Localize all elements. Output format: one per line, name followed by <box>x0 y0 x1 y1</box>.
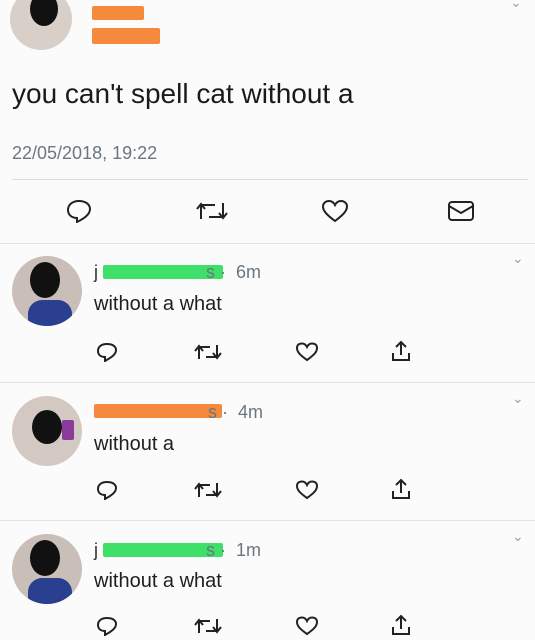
redacted-reply-name <box>103 543 223 557</box>
redacted-username <box>92 28 160 44</box>
section-divider <box>0 382 535 383</box>
like-icon[interactable] <box>292 612 322 640</box>
reply-timestamp: 4m <box>238 402 264 422</box>
direct-message-icon[interactable] <box>444 196 478 226</box>
reply-timestamp: 1m <box>236 540 262 560</box>
tweet-timestamp: 22/05/2018, 19:22 <box>12 143 158 163</box>
reply-username-prefix: j <box>94 540 98 560</box>
retweet-icon[interactable] <box>190 338 226 366</box>
reply-username-suffix: s · <box>206 540 226 560</box>
avatar-face <box>30 0 58 26</box>
reply-menu-chevron-icon[interactable]: ⌄ <box>512 528 524 545</box>
redacted-reply-name <box>103 265 223 279</box>
reply-text: without a what <box>94 293 222 315</box>
reply-menu-chevron-icon[interactable]: ⌄ <box>512 390 524 407</box>
avatar-face <box>30 262 60 298</box>
reply-avatar[interactable] <box>12 396 82 466</box>
avatar-face <box>32 410 62 444</box>
section-divider <box>0 520 535 521</box>
tweet-menu-chevron-icon[interactable]: ⌄ <box>510 0 522 11</box>
reply-menu-chevron-icon[interactable]: ⌄ <box>512 250 524 267</box>
reply-timestamp: 6m <box>236 262 262 282</box>
main-divider <box>12 179 528 180</box>
like-icon[interactable] <box>292 476 322 504</box>
redacted-reply-name <box>94 404 222 418</box>
reply-icon[interactable] <box>92 476 122 504</box>
reply-text: without a what <box>94 570 222 592</box>
section-divider <box>0 243 535 244</box>
main-avatar[interactable] <box>10 0 72 50</box>
retweet-icon[interactable] <box>192 196 232 226</box>
like-icon[interactable] <box>292 338 322 366</box>
reply-username-suffix: s · <box>208 402 228 422</box>
share-icon[interactable] <box>386 336 416 366</box>
reply-avatar[interactable] <box>12 256 82 326</box>
retweet-icon[interactable] <box>190 612 226 640</box>
reply-icon[interactable] <box>92 338 122 366</box>
avatar-face <box>30 540 60 576</box>
share-icon[interactable] <box>386 474 416 504</box>
retweet-icon[interactable] <box>190 476 226 504</box>
reply-text: without a <box>94 433 175 455</box>
share-icon[interactable] <box>386 610 416 640</box>
reply-username-suffix: s · <box>206 262 226 282</box>
like-icon[interactable] <box>318 196 352 226</box>
reply-username-prefix: j <box>94 262 98 282</box>
avatar-clothing <box>28 578 72 604</box>
main-tweet-text: you can't spell cat without a <box>12 78 354 109</box>
reply-icon[interactable] <box>62 196 96 226</box>
reply-avatar[interactable] <box>12 534 82 604</box>
redacted-display-name <box>92 6 144 20</box>
avatar-clothing <box>28 300 72 326</box>
avatar-phone <box>62 420 74 440</box>
reply-icon[interactable] <box>92 612 122 640</box>
